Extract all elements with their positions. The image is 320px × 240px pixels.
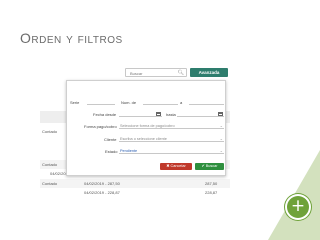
num-to-label: a bbox=[180, 100, 183, 105]
check-icon: ✔ bbox=[201, 164, 205, 168]
advanced-filter-dialog: Serie Num. de a Fecha desde hasta Forma … bbox=[66, 80, 226, 176]
chevron-down-icon[interactable]: ⌄ bbox=[220, 136, 223, 141]
date-from-field[interactable] bbox=[119, 111, 162, 117]
calendar-icon[interactable] bbox=[218, 111, 223, 116]
slide-title: Orden y filtros bbox=[20, 30, 123, 46]
num-de-label: Num. de bbox=[121, 100, 137, 105]
search-placeholder: Buscar bbox=[130, 70, 143, 76]
calendar-icon[interactable] bbox=[156, 111, 161, 116]
num-from-field[interactable] bbox=[143, 99, 178, 105]
decorative-corner-shape bbox=[268, 150, 320, 240]
search-input[interactable]: Buscar 🔍︎ bbox=[125, 68, 187, 77]
cliente-label: Cliente bbox=[104, 137, 117, 142]
decorative-circle: + bbox=[287, 196, 309, 218]
estado-value: Pendiente bbox=[120, 148, 138, 153]
table-cell: Contado bbox=[42, 162, 58, 167]
app-screenshot: Buscar 🔍︎ Avanzada Contado Contado 04/02… bbox=[40, 64, 230, 198]
table-cell: Contado bbox=[42, 129, 58, 134]
forma-pago-select[interactable]: Seleccione forma de pago/cobro ⌄ bbox=[119, 123, 224, 129]
hasta-label: hasta bbox=[166, 112, 176, 117]
search-button-label: Buscar bbox=[205, 164, 218, 168]
serie-label: Serie bbox=[70, 100, 80, 105]
fecha-desde-label: Fecha desde bbox=[93, 112, 117, 117]
date-to-field[interactable] bbox=[177, 111, 224, 117]
table-cell: Contado bbox=[42, 181, 58, 186]
table-cell: 04/02/2019 - 287,50 bbox=[84, 181, 120, 186]
advanced-search-button[interactable]: Avanzada bbox=[190, 68, 228, 77]
cliente-select[interactable]: Escriba o seleccione cliente ⌄ bbox=[119, 136, 224, 142]
serie-field[interactable] bbox=[87, 99, 115, 105]
search-icon[interactable]: 🔍︎ bbox=[178, 70, 184, 76]
estado-label: Estado bbox=[105, 149, 118, 154]
table-cell: 287,50 bbox=[205, 181, 218, 186]
table-cell: 04/02/2019 - 228,87 bbox=[84, 190, 120, 195]
chevron-down-icon[interactable]: ⌄ bbox=[220, 148, 223, 153]
forma-pago-label: Forma pago/cobro bbox=[84, 124, 117, 129]
cliente-placeholder: Escriba o seleccione cliente bbox=[120, 136, 167, 141]
plus-icon: + bbox=[290, 196, 306, 216]
chevron-down-icon[interactable]: ⌄ bbox=[220, 123, 223, 128]
num-to-field[interactable] bbox=[189, 99, 224, 105]
cancel-button-label: Cancelar bbox=[170, 164, 186, 168]
close-icon: ✖ bbox=[166, 164, 170, 168]
table-row[interactable]: 04/02/2019 - 228,87 228,87 bbox=[40, 188, 230, 197]
cancel-button[interactable]: ✖ Cancelar bbox=[160, 163, 192, 170]
estado-select[interactable]: Pendiente ⌄ bbox=[119, 148, 224, 154]
table-cell: 228,87 bbox=[205, 190, 218, 195]
forma-pago-placeholder: Seleccione forma de pago/cobro bbox=[120, 123, 175, 128]
table-row[interactable]: Contado 04/02/2019 - 287,50 287,50 bbox=[40, 179, 230, 188]
search-button[interactable]: ✔ Buscar bbox=[195, 163, 224, 170]
